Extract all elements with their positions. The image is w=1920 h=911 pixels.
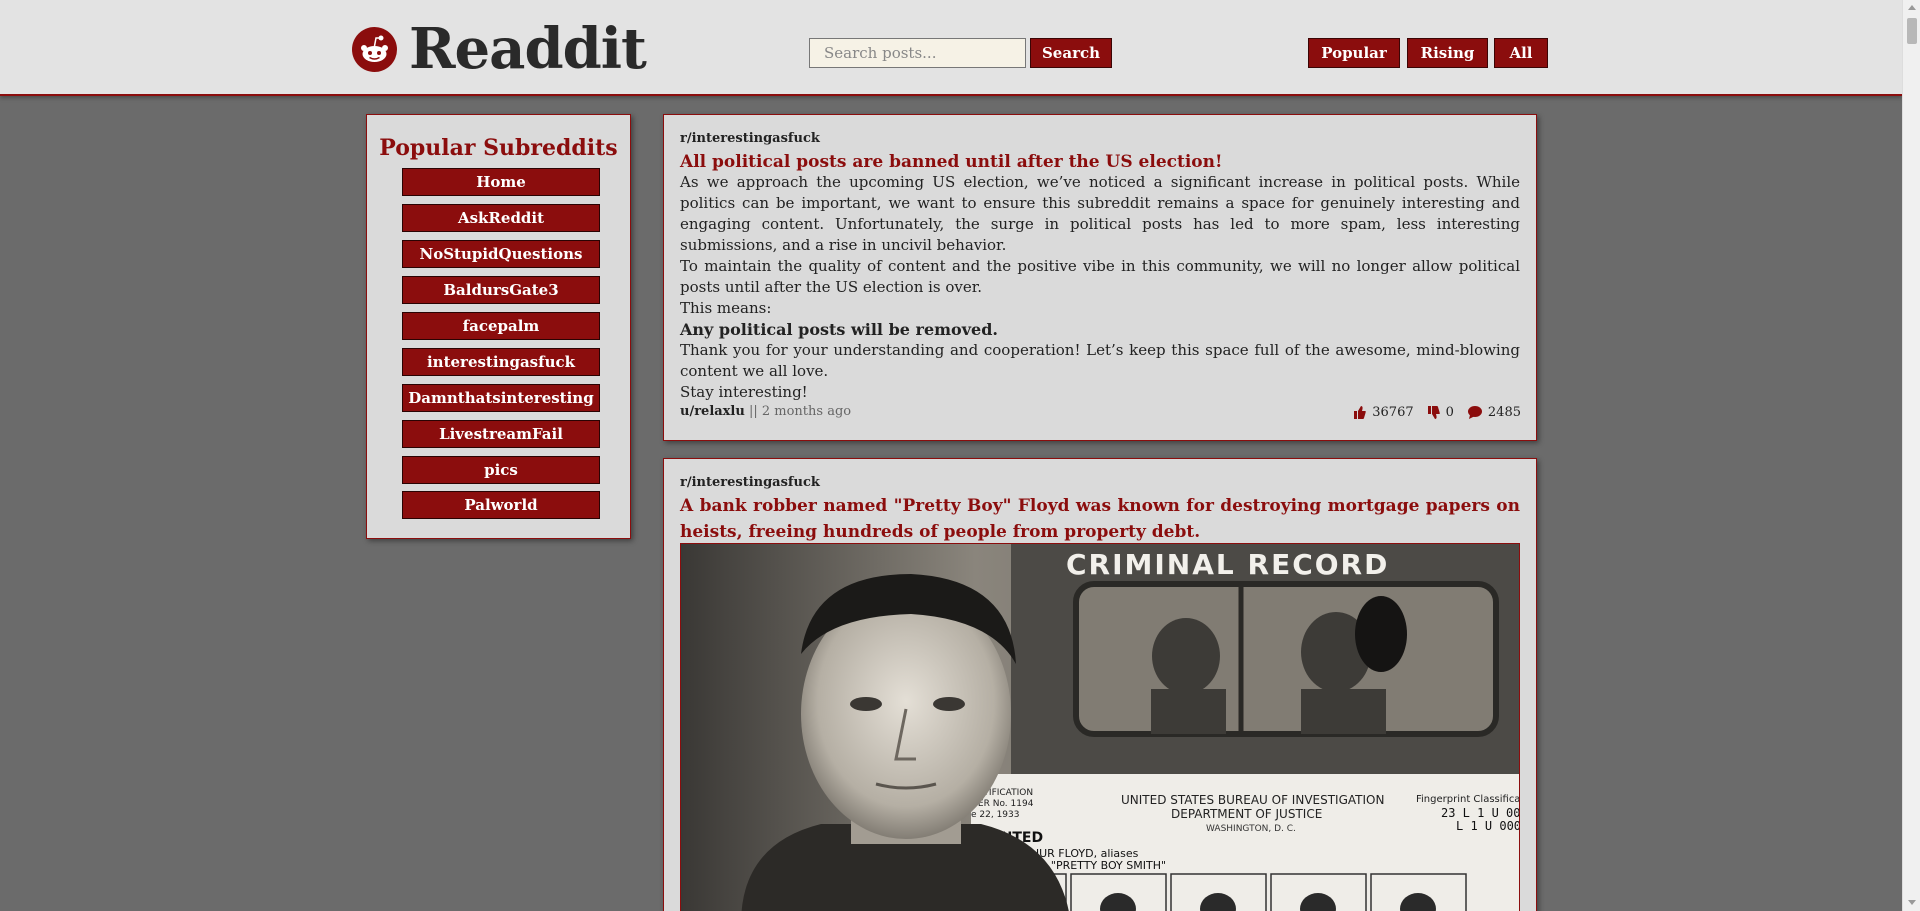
search-input[interactable] [809, 38, 1026, 68]
criminal-record-label: CRIMINAL RECORD [1066, 548, 1389, 581]
post-body: As we approach the upcoming US election,… [680, 172, 1520, 403]
sidebar-item-nostupidquestions[interactable]: NoStupidQuestions [402, 240, 600, 268]
post-subreddit-link[interactable]: r/interestingasfuck [680, 131, 820, 146]
post-stats: 36767 0 2485 [1340, 405, 1521, 420]
sidebar-item-interestingasfuck[interactable]: interestingasfuck [402, 348, 600, 376]
post-paragraph: Thank you for your understanding and coo… [680, 341, 1520, 380]
upvote-stat[interactable]: 36767 [1354, 405, 1414, 420]
bureau-line-3: WASHINGTON, D. C. [1206, 824, 1296, 834]
pretty-boy-floyd-photo: CRIMINAL RECORD UNITED STATES BUREAU OF … [681, 544, 1520, 911]
top-header: Readdit Search Popular Rising All [0, 0, 1902, 96]
nav-all-button[interactable]: All [1494, 38, 1548, 68]
bureau-line-1: UNITED STATES BUREAU OF INVESTIGATION [1121, 793, 1384, 807]
sidebar-title: Popular Subreddits [379, 135, 618, 161]
post-timestamp: 2 months ago [761, 404, 852, 419]
comments-stat[interactable]: 2485 [1467, 405, 1521, 420]
comment-icon[interactable] [1467, 406, 1482, 419]
sidebar-item-askreddit[interactable]: AskReddit [402, 204, 600, 232]
sidebar-item-palworld[interactable]: Palworld [402, 491, 600, 519]
upvote-count: 36767 [1372, 405, 1414, 420]
site-title: Readdit [409, 16, 647, 82]
id-line-3: e 22, 1933 [971, 810, 1019, 820]
site-logo[interactable]: Readdit [352, 14, 647, 84]
scroll-up-icon[interactable] [1908, 5, 1916, 10]
nav-popular-button[interactable]: Popular [1308, 38, 1400, 68]
post-paragraph-bold: Any political posts will be removed. [680, 320, 998, 339]
page-scrollbar[interactable] [1902, 0, 1920, 911]
sidebar-item-pics[interactable]: pics [402, 456, 600, 484]
post-title[interactable]: A bank robber named "Pretty Boy" Floyd w… [680, 493, 1520, 545]
nav-rising-button[interactable]: Rising [1407, 38, 1488, 68]
downvote-count: 0 [1445, 405, 1454, 420]
post-paragraph: This means: [680, 299, 772, 317]
post-card[interactable]: r/interestingasfuck A bank robber named … [663, 458, 1537, 911]
post-author-link[interactable]: u/relaxlu [680, 404, 745, 419]
scroll-down-icon[interactable] [1908, 900, 1916, 905]
bureau-line-2: DEPARTMENT OF JUSTICE [1171, 807, 1322, 821]
sidebar-item-damnthatsinteresting[interactable]: Damnthatsinteresting [402, 384, 600, 412]
fingerprint-title: Fingerprint Classificat [1416, 794, 1520, 805]
reddit-alien-icon [352, 26, 397, 72]
comment-count: 2485 [1487, 405, 1521, 420]
sidebar-item-baldursgate3[interactable]: BaldursGate3 [402, 276, 600, 304]
post-image[interactable]: CRIMINAL RECORD UNITED STATES BUREAU OF … [680, 543, 1520, 911]
scroll-thumb[interactable] [1907, 18, 1917, 44]
sidebar-item-facepalm[interactable]: facepalm [402, 312, 600, 340]
fingerprint-line-1: 23 L 1 U 000 [1441, 806, 1520, 820]
fingerprint-line-2: L 1 U 000 [1456, 819, 1520, 833]
post-card[interactable]: r/interestingasfuck All political posts … [663, 114, 1537, 441]
post-paragraph: To maintain the quality of content and t… [680, 257, 1520, 296]
sidebar-item-home[interactable]: Home [402, 168, 600, 196]
sidebar-item-livestreamfail[interactable]: LivestreamFail [402, 420, 600, 448]
post-meta: u/relaxlu || 2 months ago [680, 404, 851, 419]
meta-separator: || [748, 404, 758, 419]
thumbs-down-icon[interactable] [1427, 406, 1440, 419]
downvote-stat[interactable]: 0 [1427, 405, 1454, 420]
thumbs-up-icon[interactable] [1354, 406, 1367, 419]
post-subreddit-link[interactable]: r/interestingasfuck [680, 475, 820, 490]
post-paragraph: As we approach the upcoming US election,… [680, 173, 1520, 254]
search-button[interactable]: Search [1030, 38, 1112, 68]
post-paragraph: Stay interesting! [680, 383, 808, 401]
popular-subreddits-sidebar: Popular Subreddits Home AskReddit NoStup… [366, 114, 631, 539]
